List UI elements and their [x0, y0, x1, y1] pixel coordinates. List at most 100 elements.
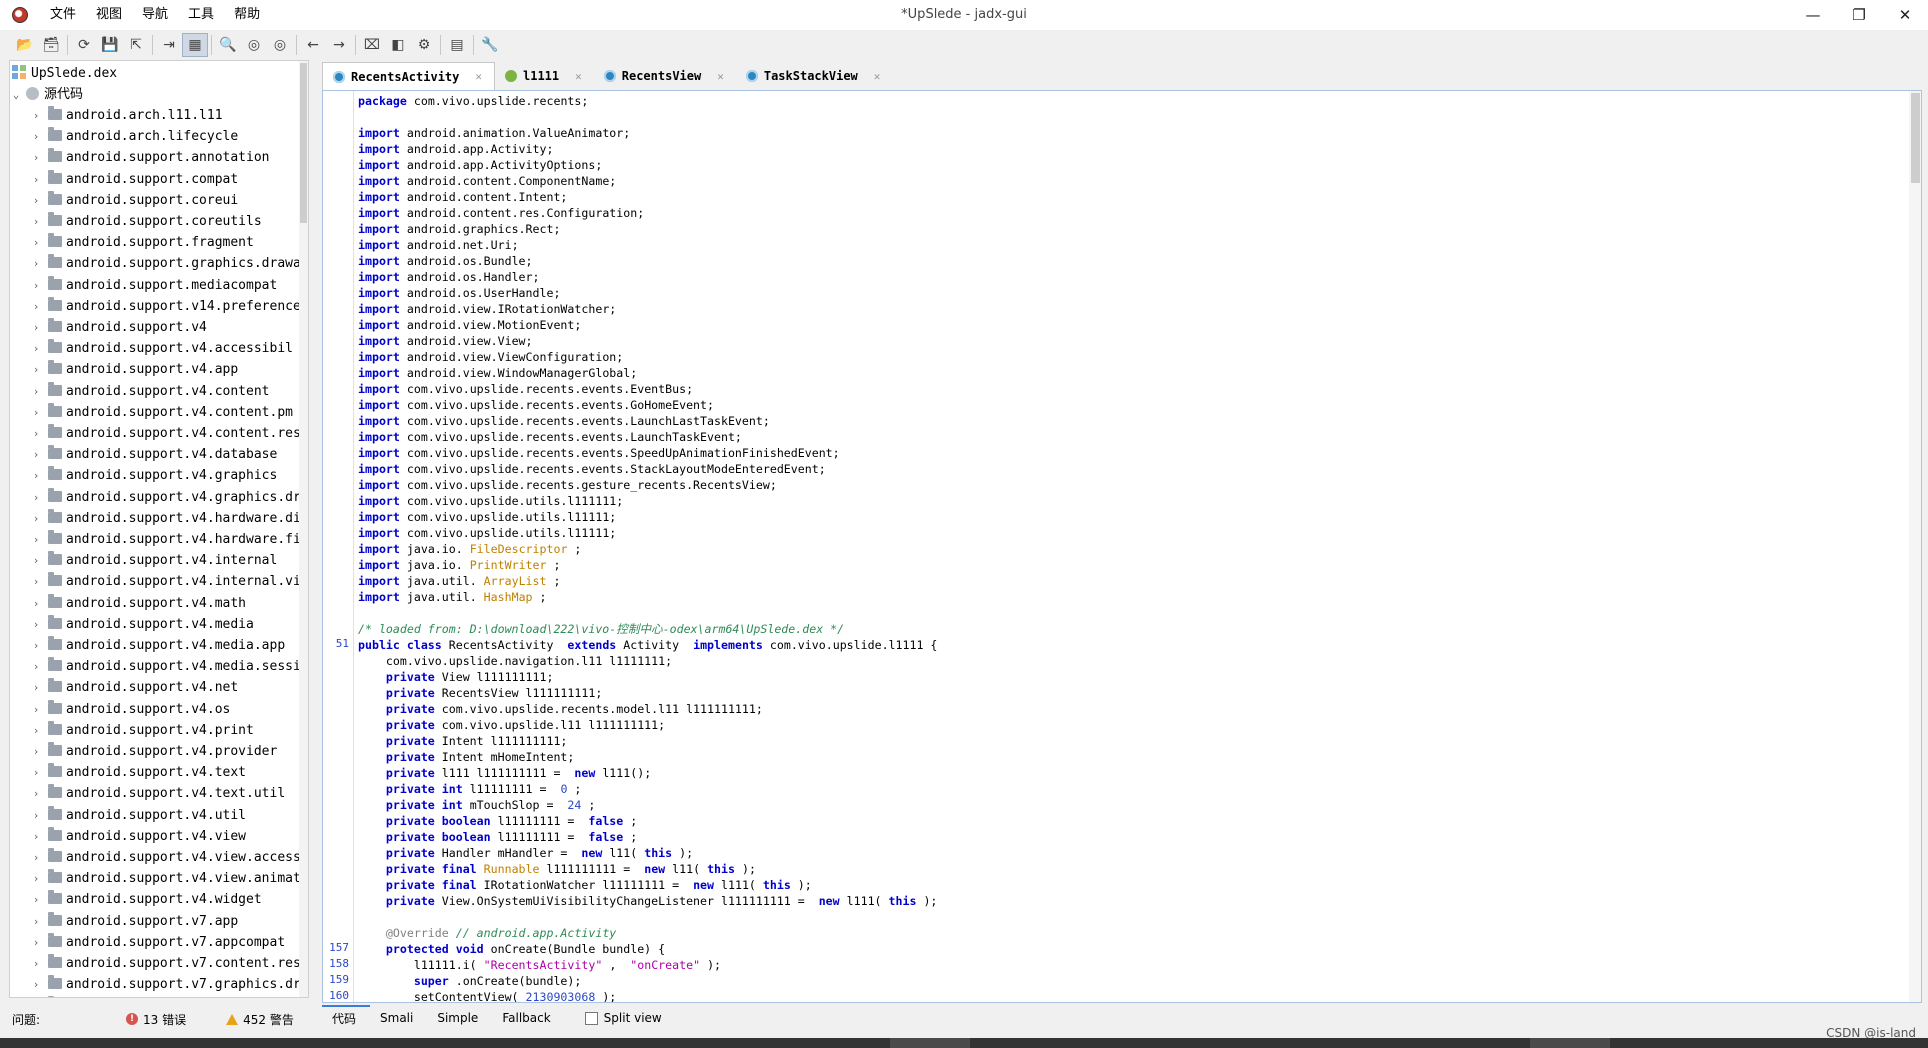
flatten-packages-icon[interactable]: ▦ — [182, 33, 208, 57]
tree-package-item[interactable]: › android.support.v4.os — [30, 699, 308, 720]
chevron-down-icon[interactable]: ⌄ — [10, 84, 22, 105]
chevron-right-icon[interactable]: › — [30, 741, 42, 762]
tab-close-icon[interactable]: ✕ — [874, 70, 881, 83]
chevron-right-icon[interactable]: › — [30, 296, 42, 317]
find-usage-icon[interactable]: ◎ — [267, 33, 293, 57]
deobfuscation-icon[interactable]: ⌧ — [359, 33, 385, 57]
tree-package-item[interactable]: › android.support.v4.media.sessi — [30, 656, 308, 677]
chevron-right-icon[interactable]: › — [30, 190, 42, 211]
chevron-right-icon[interactable]: › — [30, 593, 42, 614]
chevron-right-icon[interactable]: › — [30, 381, 42, 402]
chevron-right-icon[interactable]: › — [30, 762, 42, 783]
chevron-right-icon[interactable]: › — [30, 868, 42, 889]
tree-package-item[interactable]: › android.support.v7.content.res — [30, 953, 308, 974]
chevron-right-icon[interactable]: › — [30, 783, 42, 804]
tree-package-item[interactable]: › android.support.v4.view.access — [30, 847, 308, 868]
preferences-icon[interactable]: 🔧 — [477, 33, 503, 57]
chevron-right-icon[interactable]: › — [30, 402, 42, 423]
search-icon[interactable]: 🔍 — [215, 33, 241, 57]
close-button[interactable]: ✕ — [1882, 0, 1928, 30]
tree-package-item[interactable]: › android.support.v4.print — [30, 720, 308, 741]
tree-package-item[interactable]: › android.support.v4.net — [30, 677, 308, 698]
tree-package-item[interactable]: › android.support.fragment — [30, 232, 308, 253]
tree-package-item[interactable]: › android.support.v4.media.app — [30, 635, 308, 656]
tree-package-item[interactable]: ›android.support.v7.internal — [30, 995, 308, 997]
tree-package-item[interactable]: › android.support.v4.text — [30, 762, 308, 783]
menu-file[interactable]: 文件 — [40, 0, 86, 30]
refresh-icon[interactable]: ⟳ — [71, 33, 97, 57]
chevron-right-icon[interactable]: › — [30, 932, 42, 953]
chevron-right-icon[interactable]: › — [30, 550, 42, 571]
chevron-right-icon[interactable]: › — [30, 338, 42, 359]
taskbar-item[interactable] — [1530, 1038, 1610, 1048]
chevron-right-icon[interactable]: › — [30, 508, 42, 529]
warning-count[interactable]: 452 警告 — [226, 1011, 294, 1028]
tree-package-item[interactable]: › android.support.v4.content.pm — [30, 402, 308, 423]
menu-tools[interactable]: 工具 — [178, 0, 224, 30]
tree-package-item[interactable]: › android.support.v4.view — [30, 826, 308, 847]
code-scrollbar-thumb[interactable] — [1911, 93, 1920, 183]
chevron-right-icon[interactable]: › — [30, 465, 42, 486]
editor-tab[interactable]: RecentsView ✕ — [594, 62, 736, 90]
chevron-right-icon[interactable]: › — [30, 699, 42, 720]
sync-tree-icon[interactable]: ⇥ — [156, 33, 182, 57]
chevron-right-icon[interactable]: › — [30, 805, 42, 826]
chevron-right-icon[interactable]: › — [30, 423, 42, 444]
tree-package-item[interactable]: › android.support.v4.accessibil — [30, 338, 308, 359]
chevron-right-icon[interactable]: › — [30, 126, 42, 147]
tab-close-icon[interactable]: ✕ — [475, 70, 482, 83]
chevron-right-icon[interactable]: › — [30, 826, 42, 847]
restore-button[interactable]: ❐ — [1836, 0, 1882, 30]
chevron-right-icon[interactable]: › — [30, 169, 42, 190]
tree-package-item[interactable]: › android.support.v4.graphics — [30, 465, 308, 486]
chevron-right-icon[interactable]: › — [30, 677, 42, 698]
tree-package-item[interactable]: › android.support.v4.content — [30, 381, 308, 402]
tree-package-item[interactable]: › android.support.v4.content.res — [30, 423, 308, 444]
tree-package-item[interactable]: › android.support.v4.internal.vi — [30, 571, 308, 592]
tree-package-item[interactable]: › android.support.v4.app — [30, 359, 308, 380]
chevron-right-icon[interactable]: › — [30, 529, 42, 550]
debug-icon[interactable]: ⚙ — [411, 33, 437, 57]
chevron-right-icon[interactable]: › — [30, 995, 42, 997]
chevron-right-icon[interactable]: › — [30, 275, 42, 296]
save-icon[interactable]: 💾 — [97, 33, 123, 57]
chevron-right-icon[interactable]: › — [30, 444, 42, 465]
tree-package-item[interactable]: › android.support.v4 — [30, 317, 308, 338]
chevron-right-icon[interactable]: › — [30, 847, 42, 868]
tree-package-item[interactable]: › android.arch.lifecycle — [30, 126, 308, 147]
tree-package-item[interactable]: › android.support.graphics.drawa — [30, 253, 308, 274]
menu-view[interactable]: 视图 — [86, 0, 132, 30]
auto-save-icon[interactable]: ◧ — [385, 33, 411, 57]
code-editor[interactable]: 51 157 158 159 160 package com.vivo.upslide.… — [322, 90, 1922, 1003]
chevron-right-icon[interactable]: › — [30, 253, 42, 274]
editor-tab[interactable]: l1111 ✕ — [495, 62, 594, 90]
tree-package-item[interactable]: › android.support.v4.hardware.fi — [30, 529, 308, 550]
split-view-checkbox[interactable] — [584, 1011, 598, 1025]
back-icon[interactable]: ← — [300, 33, 326, 57]
export-icon[interactable]: ⇱ — [123, 33, 149, 57]
tree-package-item[interactable]: › android.support.coreutils — [30, 211, 308, 232]
tree-package-item[interactable]: › android.support.v14.preference — [30, 296, 308, 317]
forward-icon[interactable]: → — [326, 33, 352, 57]
tree-package-item[interactable]: › android.arch.l11.l11 — [30, 105, 308, 126]
error-count[interactable]: ! 13 错误 — [126, 1011, 186, 1028]
chevron-right-icon[interactable]: › — [30, 211, 42, 232]
chevron-right-icon[interactable]: › — [30, 656, 42, 677]
view-tab-code[interactable]: 代码 — [322, 1005, 371, 1031]
chevron-right-icon[interactable]: › — [30, 889, 42, 910]
tree-scrollbar-thumb[interactable] — [300, 63, 307, 223]
code-scrollbar[interactable] — [1909, 91, 1921, 1002]
menu-navigation[interactable]: 导航 — [132, 0, 178, 30]
add-files-icon[interactable]: 🗃 — [38, 33, 64, 57]
tree-package-item[interactable]: › android.support.coreui — [30, 190, 308, 211]
tree-package-item[interactable]: › android.support.mediacompat — [30, 275, 308, 296]
chevron-right-icon[interactable]: › — [30, 911, 42, 932]
find-class-icon[interactable]: ◎ — [241, 33, 267, 57]
chevron-right-icon[interactable]: › — [30, 487, 42, 508]
view-tab-smali[interactable]: Smali — [370, 1006, 427, 1030]
chevron-right-icon[interactable]: › — [30, 105, 42, 126]
tab-close-icon[interactable]: ✕ — [717, 70, 724, 83]
chevron-right-icon[interactable]: › — [30, 359, 42, 380]
chevron-right-icon[interactable]: › — [30, 614, 42, 635]
tree-package-item[interactable]: › android.support.v7.app — [30, 911, 308, 932]
